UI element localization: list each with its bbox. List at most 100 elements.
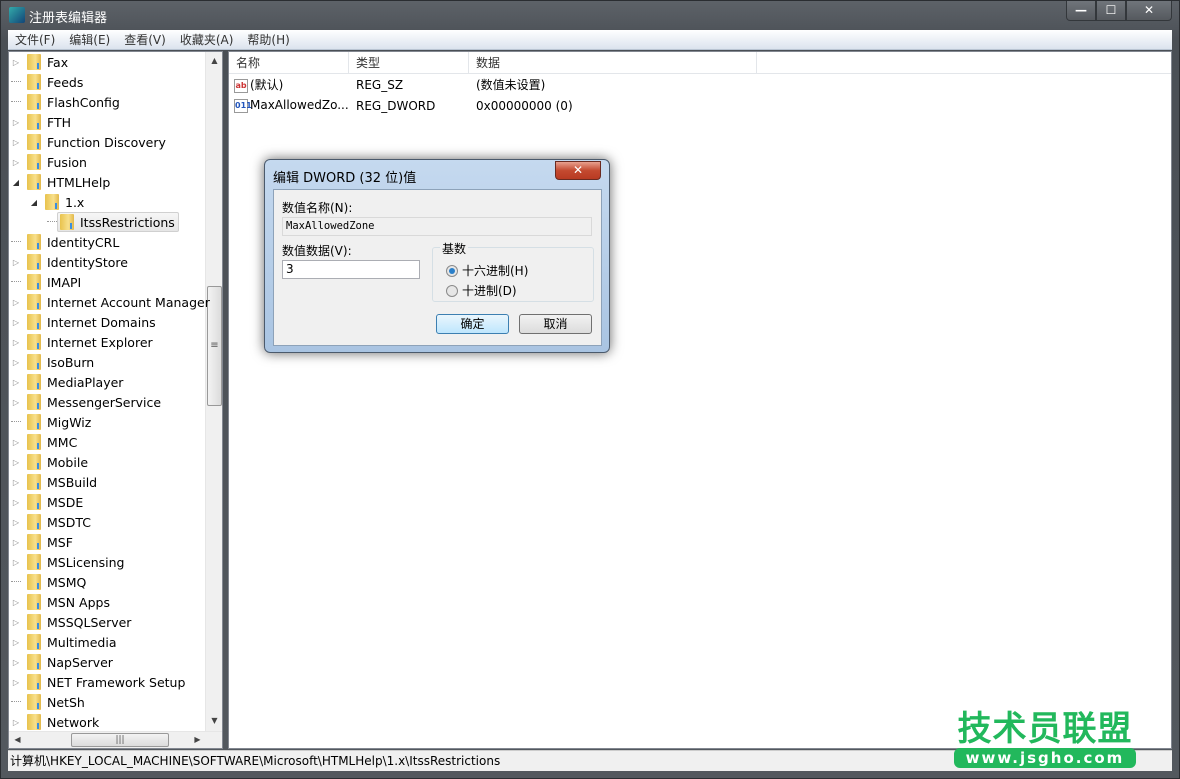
scroll-up-arrow-icon[interactable]: ▲	[206, 56, 222, 65]
ok-button[interactable]: 确定	[436, 314, 509, 334]
tree-item[interactable]: ▷ IsoBurn	[11, 352, 94, 372]
value-data: 0x00000000 (0)	[476, 98, 573, 113]
value-data-input[interactable]: 3	[282, 260, 420, 279]
tree-item[interactable]: ItssRestrictions	[47, 212, 179, 232]
tree-item[interactable]: ▷ Internet Account Manager	[11, 292, 210, 312]
expand-arrow-icon[interactable]: ▷	[11, 678, 21, 687]
folder-icon	[27, 634, 41, 650]
tree-item[interactable]: ▷ IdentityStore	[11, 252, 128, 272]
tree-item[interactable]: ▷ Internet Domains	[11, 312, 156, 332]
tree-item[interactable]: ▷ MSDE	[11, 492, 83, 512]
tree-item[interactable]: ◢ HTMLHelp	[11, 172, 110, 192]
dialog-title: 编辑 DWORD (32 位)值	[273, 171, 417, 186]
scroll-right-arrow-icon[interactable]: ▶	[189, 735, 206, 744]
tree-item[interactable]: ▷ Function Discovery	[11, 132, 166, 152]
tree-item[interactable]: ▷ Mobile	[11, 452, 88, 472]
expand-arrow-icon[interactable]: ▷	[11, 518, 21, 527]
tree-item[interactable]: ▷ MSN Apps	[11, 592, 110, 612]
tree-item-label: 1.x	[65, 194, 85, 210]
tree-item-label: Fax	[47, 54, 69, 70]
collapse-arrow-icon[interactable]: ◢	[11, 178, 21, 187]
tree-item[interactable]: ▷ NET Framework Setup	[11, 672, 185, 692]
tree-item[interactable]: ▷ MediaPlayer	[11, 372, 123, 392]
tree-vertical-scrollbar[interactable]: ▲ ≡ ▼	[205, 52, 222, 732]
tree-item-label: Fusion	[47, 154, 87, 170]
tree-item[interactable]: ▷ MSDTC	[11, 512, 91, 532]
expand-arrow-icon[interactable]: ▷	[11, 638, 21, 647]
tree-item[interactable]: ▷ MSSQLServer	[11, 612, 131, 632]
folder-icon	[27, 554, 41, 570]
expand-arrow-icon[interactable]: ▷	[11, 378, 21, 387]
menu-help[interactable]: 帮助(H)	[240, 31, 296, 48]
cancel-button[interactable]: 取消	[519, 314, 592, 334]
tree-item[interactable]: IdentityCRL	[11, 232, 119, 252]
tree-item[interactable]: ▷ MSF	[11, 532, 73, 552]
expand-arrow-icon[interactable]: ▷	[11, 338, 21, 347]
expand-arrow-icon[interactable]: ▷	[11, 138, 21, 147]
tree-item[interactable]: MigWiz	[11, 412, 91, 432]
dialog-close-button[interactable]: ✕	[555, 161, 601, 180]
expand-arrow-icon[interactable]: ▷	[11, 538, 21, 547]
list-row[interactable]: 011MaxAllowedZo... REG_DWORD 0x00000000 …	[229, 95, 1171, 116]
tree-item[interactable]: ▷ MSLicensing	[11, 552, 124, 572]
tree-item[interactable]: FlashConfig	[11, 92, 120, 112]
menu-view[interactable]: 查看(V)	[117, 31, 173, 48]
tree-line	[11, 92, 21, 102]
hex-radio[interactable]: 十六进制(H)	[446, 262, 528, 279]
expand-arrow-icon[interactable]: ▷	[11, 658, 21, 667]
menu-file[interactable]: 文件(F)	[8, 31, 62, 48]
tree-item[interactable]: ▷ Internet Explorer	[11, 332, 153, 352]
tree-item[interactable]: ▷ Fusion	[11, 152, 87, 172]
column-data[interactable]: 数据	[469, 52, 757, 73]
decimal-radio[interactable]: 十进制(D)	[446, 282, 517, 299]
expand-arrow-icon[interactable]: ▷	[11, 318, 21, 327]
expand-arrow-icon[interactable]: ▷	[11, 58, 21, 67]
tree-item[interactable]: ▷ Network	[11, 712, 99, 732]
expand-arrow-icon[interactable]: ▷	[11, 478, 21, 487]
expand-arrow-icon[interactable]: ▷	[11, 158, 21, 167]
tree-horizontal-scrollbar[interactable]: ◀ ||| ▶	[9, 731, 222, 748]
expand-arrow-icon[interactable]: ▷	[11, 498, 21, 507]
tree-item[interactable]: ▷ Multimedia	[11, 632, 117, 652]
tree-item[interactable]: ▷ NapServer	[11, 652, 113, 672]
expand-arrow-icon[interactable]: ▷	[11, 618, 21, 627]
list-row[interactable]: ab (默认) REG_SZ (数值未设置)	[229, 74, 1171, 95]
tree-item[interactable]: IMAPI	[11, 272, 81, 292]
tree-item[interactable]: NetSh	[11, 692, 85, 712]
expand-arrow-icon[interactable]: ▷	[11, 358, 21, 367]
expand-arrow-icon[interactable]: ▷	[11, 458, 21, 467]
scroll-left-arrow-icon[interactable]: ◀	[9, 735, 26, 744]
folder-icon	[27, 534, 41, 550]
scroll-thumb-horizontal[interactable]: |||	[71, 733, 169, 747]
menu-favorites[interactable]: 收藏夹(A)	[173, 31, 241, 48]
tree-item[interactable]: ▷ MMC	[11, 432, 77, 452]
collapse-arrow-icon[interactable]: ◢	[29, 198, 39, 207]
tree-item[interactable]: ▷ MSBuild	[11, 472, 97, 492]
maximize-button[interactable]: ☐	[1096, 1, 1126, 21]
tree-item-label: Mobile	[47, 454, 89, 470]
tree-item[interactable]: MSMQ	[11, 572, 86, 592]
column-name[interactable]: 名称	[229, 52, 349, 73]
menu-edit[interactable]: 编辑(E)	[62, 31, 117, 48]
expand-arrow-icon[interactable]: ▷	[11, 258, 21, 267]
expand-arrow-icon[interactable]: ▷	[11, 438, 21, 447]
tree-item[interactable]: Feeds	[11, 72, 83, 92]
expand-arrow-icon[interactable]: ▷	[11, 718, 21, 727]
tree-item[interactable]: ◢ 1.x	[29, 192, 84, 212]
tree-item[interactable]: ▷ MessengerService	[11, 392, 161, 412]
tree-item-label: MSMQ	[47, 574, 87, 590]
expand-arrow-icon[interactable]: ▷	[11, 118, 21, 127]
expand-arrow-icon[interactable]: ▷	[11, 598, 21, 607]
expand-arrow-icon[interactable]: ▷	[11, 558, 21, 567]
expand-arrow-icon[interactable]: ▷	[11, 298, 21, 307]
scroll-down-arrow-icon[interactable]: ▼	[206, 716, 222, 725]
expand-arrow-icon[interactable]: ▷	[11, 398, 21, 407]
hex-radio-label: 十六进制(H)	[462, 264, 529, 278]
tree-item-label: MSN Apps	[47, 594, 110, 610]
column-type[interactable]: 类型	[349, 52, 469, 73]
close-button[interactable]: ✕	[1126, 1, 1172, 21]
tree-item[interactable]: ▷ FTH	[11, 112, 71, 132]
folder-icon	[27, 574, 41, 590]
tree-item[interactable]: ▷ Fax	[11, 52, 68, 72]
minimize-button[interactable]: —	[1066, 1, 1096, 21]
